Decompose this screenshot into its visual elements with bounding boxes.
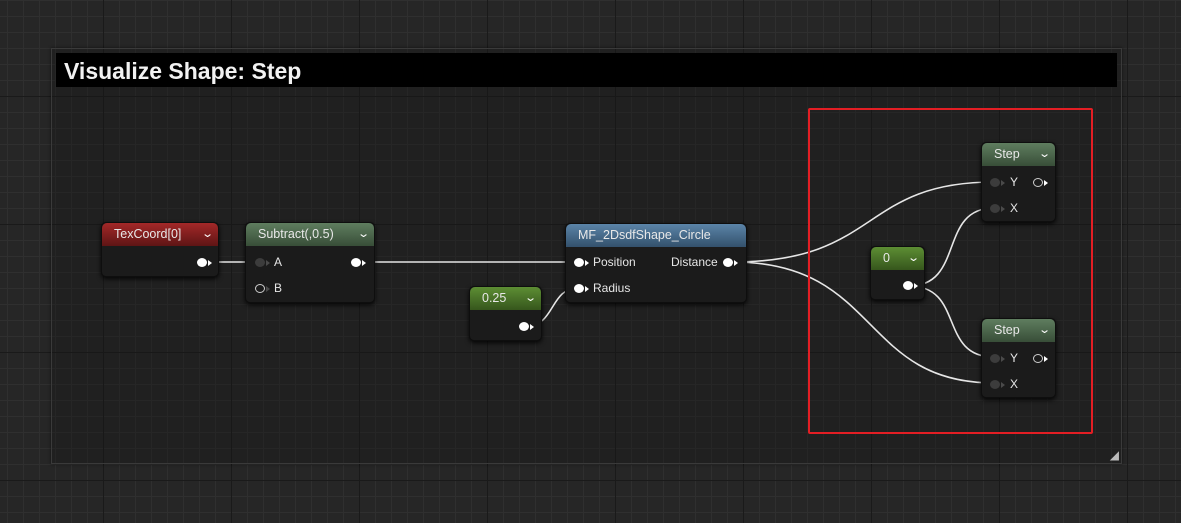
- circle-node[interactable]: MF_2DsdfShape_Circle Position Radius Dis…: [565, 223, 747, 303]
- circle-pin-radius-label: Radius: [593, 281, 631, 295]
- circle-pin-position[interactable]: [574, 258, 584, 267]
- subtract-pin-b[interactable]: [255, 284, 265, 293]
- output-arrow-icon: [362, 260, 366, 266]
- constant-025-node[interactable]: 0.25 ⌄: [469, 286, 542, 341]
- highlight-box: [808, 108, 1093, 434]
- subtract-node[interactable]: Subtract(,0.5) ⌄ A B: [245, 222, 375, 303]
- texcoord-title: TexCoord[0]: [114, 227, 182, 241]
- input-arrow-icon: [585, 260, 589, 266]
- chevron-down-icon[interactable]: ⌄: [524, 287, 537, 310]
- input-arrow-icon: [266, 260, 270, 266]
- circle-header[interactable]: MF_2DsdfShape_Circle: [566, 224, 746, 247]
- output-arrow-icon: [734, 260, 738, 266]
- circle-pin-distance-label: Distance: [671, 255, 718, 269]
- subtract-pin-b-label: B: [274, 281, 283, 295]
- constant-025-output-pin[interactable]: [519, 322, 529, 331]
- subtract-pin-a-label: A: [274, 255, 283, 269]
- texcoord-output-pin[interactable]: [197, 258, 207, 267]
- texcoord-header[interactable]: TexCoord[0] ⌄: [102, 223, 218, 246]
- circle-pin-position-label: Position: [593, 255, 636, 269]
- circle-pin-radius[interactable]: [574, 284, 584, 293]
- output-arrow-icon: [530, 324, 534, 330]
- input-arrow-icon: [585, 286, 589, 292]
- subtract-output-pin[interactable]: [351, 258, 361, 267]
- subtract-header[interactable]: Subtract(,0.5) ⌄: [246, 223, 374, 246]
- chevron-down-icon[interactable]: ⌄: [357, 223, 370, 246]
- circle-output-distance-pin[interactable]: [723, 258, 733, 267]
- output-arrow-icon: [208, 260, 212, 266]
- constant-025-title: 0.25: [482, 291, 507, 305]
- chevron-down-icon[interactable]: ⌄: [201, 223, 214, 246]
- subtract-title: Subtract(,0.5): [258, 227, 334, 241]
- input-arrow-icon: [266, 286, 270, 292]
- circle-title: MF_2DsdfShape_Circle: [578, 228, 711, 242]
- subtract-pin-a[interactable]: [255, 258, 265, 267]
- texcoord-node[interactable]: TexCoord[0] ⌄: [101, 222, 219, 277]
- constant-025-header[interactable]: 0.25 ⌄: [470, 287, 541, 310]
